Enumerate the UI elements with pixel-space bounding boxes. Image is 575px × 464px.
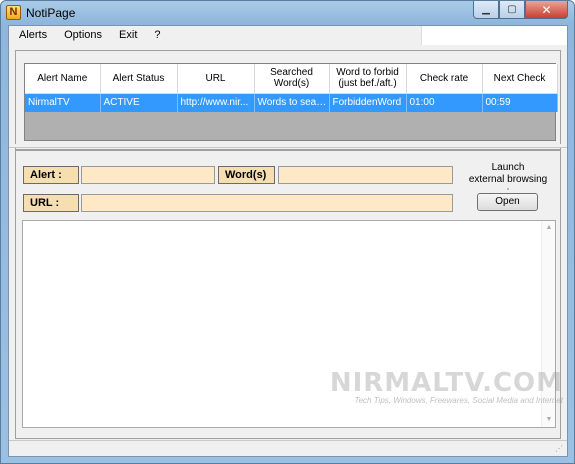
panel-splitter[interactable] bbox=[9, 144, 567, 148]
cell-alert-status[interactable]: ACTIVE bbox=[100, 93, 178, 112]
words-field[interactable] bbox=[278, 166, 453, 184]
col-header-searched-words[interactable]: Searched Word(s) bbox=[254, 64, 330, 94]
scroll-down-icon[interactable]: ▼ bbox=[544, 415, 554, 425]
launch-text-line-1: Launch bbox=[491, 162, 525, 173]
alert-label: Alert : bbox=[23, 166, 79, 184]
cell-next-check[interactable]: 00:59 bbox=[482, 93, 558, 112]
table-row[interactable]: NirmalTV ACTIVE http://www.nir... Words … bbox=[25, 93, 558, 112]
open-button[interactable]: Open bbox=[477, 193, 538, 211]
col-header-url[interactable]: URL bbox=[177, 64, 255, 94]
resize-grip-icon[interactable]: ⋰ bbox=[555, 444, 565, 454]
url-label: URL : bbox=[23, 194, 79, 212]
col-header-alert-name[interactable]: Alert Name bbox=[25, 64, 101, 94]
cell-alert-name[interactable]: NirmalTV bbox=[25, 93, 101, 112]
cell-url[interactable]: http://www.nir... bbox=[177, 93, 255, 112]
col-header-word-to-forbid[interactable]: Word to forbid (just bef./aft.) bbox=[329, 64, 407, 94]
app-window: N NotiPage ▁ ▢ ✕ Alerts Options Exit ? A… bbox=[0, 0, 575, 464]
status-bar: ⋰ bbox=[9, 440, 567, 456]
maximize-button[interactable]: ▢ bbox=[499, 1, 525, 19]
url-field[interactable] bbox=[81, 194, 453, 212]
title-bar[interactable]: N NotiPage ▁ ▢ ✕ bbox=[1, 1, 574, 25]
alerts-grid[interactable]: Alert Name Alert Status URL Searched Wor… bbox=[24, 63, 558, 141]
menu-help[interactable]: ? bbox=[144, 26, 167, 45]
scroll-up-icon[interactable]: ▲ bbox=[544, 223, 554, 233]
close-button[interactable]: ✕ bbox=[525, 1, 568, 19]
words-label: Word(s) bbox=[218, 166, 275, 184]
close-icon: ✕ bbox=[541, 2, 552, 17]
minimize-icon: ▁ bbox=[482, 4, 490, 15]
menu-options[interactable]: Options bbox=[54, 26, 109, 45]
alerts-panel: Alert Name Alert Status URL Searched Wor… bbox=[15, 50, 561, 150]
maximize-icon: ▢ bbox=[507, 4, 517, 15]
vertical-scrollbar[interactable]: ▲ ▼ bbox=[541, 221, 555, 427]
details-panel: Alert : Word(s) URL : Launch external br… bbox=[15, 150, 561, 439]
browser-view[interactable]: ▲ ▼ bbox=[22, 220, 556, 428]
col-header-alert-status[interactable]: Alert Status bbox=[100, 64, 178, 94]
cell-word-to-forbid[interactable]: ForbiddenWord bbox=[329, 93, 407, 112]
cell-searched-words[interactable]: Words to searc... bbox=[254, 93, 330, 112]
minimize-button[interactable]: ▁ bbox=[473, 1, 499, 19]
menu-blank-area bbox=[421, 26, 567, 45]
menu-alerts[interactable]: Alerts bbox=[9, 26, 54, 45]
menu-exit[interactable]: Exit bbox=[109, 26, 144, 45]
menu-bar: Alerts Options Exit ? bbox=[9, 26, 567, 45]
client-area: Alerts Options Exit ? Alert Name Alert S… bbox=[8, 25, 568, 457]
window-title: NotiPage bbox=[26, 6, 76, 20]
col-header-next-check[interactable]: Next Check bbox=[482, 64, 558, 94]
cell-check-rate[interactable]: 01:00 bbox=[406, 93, 483, 112]
app-logo-icon: N bbox=[6, 5, 21, 20]
col-header-check-rate[interactable]: Check rate bbox=[406, 64, 483, 94]
alert-field[interactable] bbox=[81, 166, 215, 184]
